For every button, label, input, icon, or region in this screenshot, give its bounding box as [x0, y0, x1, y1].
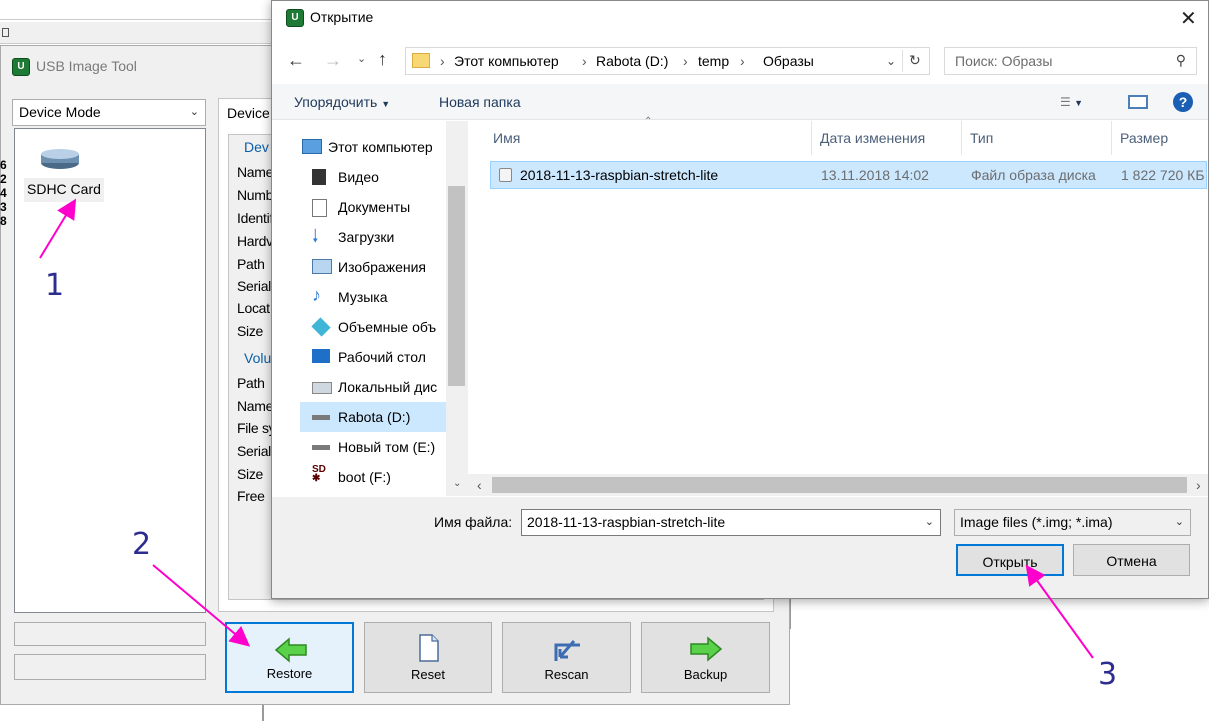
- annotation-number-3: 3: [1098, 657, 1118, 692]
- annotation-number-2: 2: [132, 527, 152, 562]
- annotation-arrow-3: [1025, 564, 1094, 659]
- annotation-number-1: 1: [45, 268, 65, 303]
- annotation-arrow-1: [39, 198, 77, 259]
- annotation-arrows: [39, 198, 1094, 659]
- annotation-arrow-2: [152, 564, 251, 647]
